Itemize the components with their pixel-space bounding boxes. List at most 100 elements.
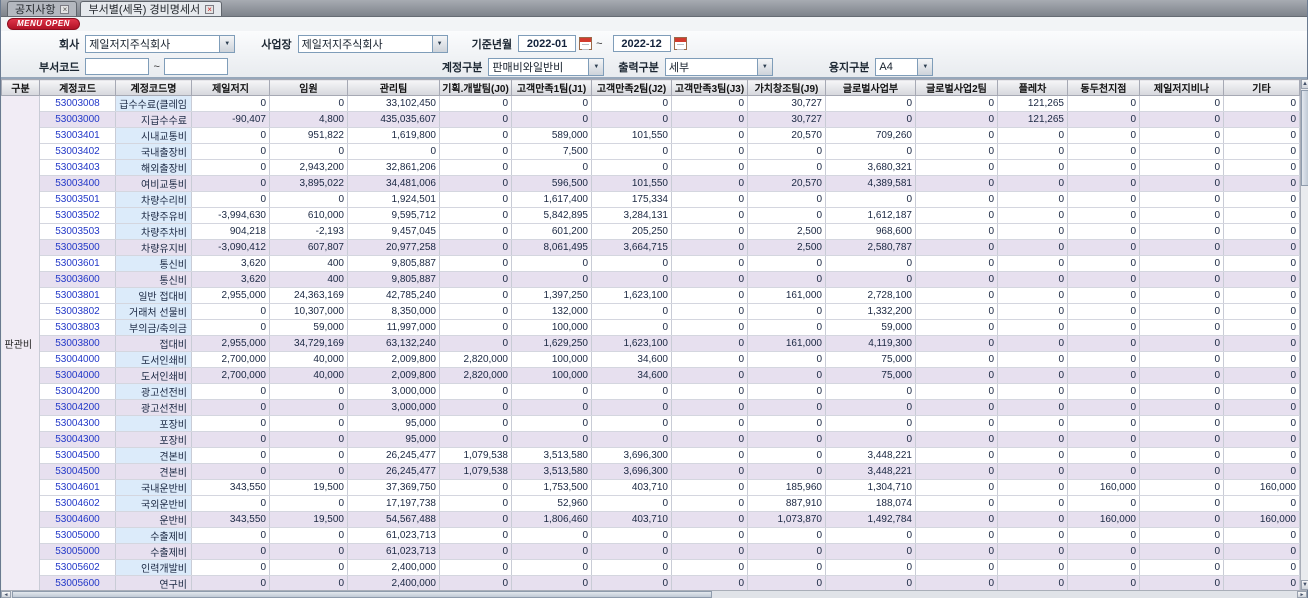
cell-num: 0	[1067, 127, 1140, 144]
period-from-input[interactable]	[518, 35, 577, 52]
cell-num: 0	[439, 287, 512, 304]
column-header[interactable]: 동두천지점	[1067, 79, 1140, 96]
column-header[interactable]: 글로벌사업2팀	[915, 79, 998, 96]
cell-code: 53003402	[39, 143, 116, 160]
column-header[interactable]: 임원	[269, 79, 348, 96]
scroll-up-icon[interactable]: ▲	[1301, 79, 1308, 89]
cell-num: 0	[591, 111, 672, 128]
account-type-select[interactable]: 판매비와일반비 ▼	[488, 57, 605, 76]
table-row[interactable]: 53004000 도서인쇄비 2,700,000 40,000 2,009,800 2,8…	[2, 351, 1300, 368]
column-header[interactable]: 계정코드명	[115, 79, 192, 96]
workplace-select[interactable]: 제일저지주식회사 ▼	[297, 34, 448, 53]
cell-num: 0	[439, 127, 512, 144]
cell-num: 0	[1223, 207, 1300, 224]
cell-num: 0	[997, 351, 1068, 368]
cell-num: 0	[269, 543, 348, 560]
column-header[interactable]: 제일저지비나	[1139, 79, 1224, 96]
calendar-icon[interactable]	[579, 37, 593, 50]
tab-notice[interactable]: 공지사항 ×	[7, 1, 78, 16]
cell-num: 0	[1067, 447, 1140, 464]
scrollbar-thumb[interactable]	[12, 591, 712, 598]
calendar-icon[interactable]	[673, 37, 687, 50]
table-row[interactable]: 53004602 국외운반비 0 0 17,197,738 0 52,960 0 0 887,91…	[2, 495, 1300, 512]
column-header[interactable]: 플레차	[997, 79, 1068, 96]
table-row[interactable]: 53003802 거래처 선물비 0 10,307,000 8,350,000 0 132,…	[2, 303, 1300, 320]
table-row[interactable]: 53003402 국내출장비 0 0 0 0 7,500 0 0 0 0 0 0 0 0 0	[2, 143, 1300, 160]
cell-num: 0	[747, 543, 826, 560]
table-row[interactable]: 53004200 광고선전비 0 0 3,000,000 0 0 0 0 0 0 0 0 0 0 0	[2, 399, 1300, 416]
column-header[interactable]: 고객만족2팀(J2)	[591, 79, 672, 96]
scrollbar-track[interactable]	[713, 591, 1297, 598]
cell-num: 0	[671, 303, 748, 320]
cell-num: 20,977,258	[347, 239, 440, 256]
column-header[interactable]: 관리팀	[347, 79, 440, 96]
vertical-scrollbar[interactable]: ▲ ▼	[1300, 79, 1308, 590]
column-header[interactable]: 제일저지	[191, 79, 270, 96]
close-icon[interactable]: ×	[60, 4, 70, 14]
cell-num: 2,400,000	[347, 559, 440, 576]
cell-num: 0	[439, 191, 512, 208]
table-row[interactable]: 53003500 차량유지비 -3,090,412 607,807 20,977,258…	[2, 239, 1300, 256]
table-row[interactable]: 53003601 통신비 3,620 400 9,805,887 0 0 0 0 0 0 0 0 0 0 0	[2, 255, 1300, 272]
table-row[interactable]: 53004300 포장비 0 0 95,000 0 0 0 0 0 0 0 0 0 0 0	[2, 431, 1300, 448]
table-row[interactable]: 53004300 포장비 0 0 95,000 0 0 0 0 0 0 0 0 0 0 0	[2, 415, 1300, 432]
chevron-down-icon: ▼	[756, 58, 772, 75]
paper-type-select[interactable]: A4 ▼	[875, 57, 934, 76]
column-header[interactable]: 구분	[1, 79, 40, 96]
table-row[interactable]: 53004500 견본비 0 0 26,245,477 1,079,538 3,513,58…	[2, 447, 1300, 464]
cell-num: 0	[915, 319, 998, 336]
scroll-left-icon[interactable]: ◄	[1, 591, 11, 598]
column-header[interactable]: 기타	[1223, 79, 1300, 96]
cell-code: 53004500	[39, 463, 116, 480]
column-header[interactable]: 가치창조팀(J9)	[747, 79, 826, 96]
company-select[interactable]: 제일저지주식회사 ▼	[85, 34, 236, 53]
output-type-select[interactable]: 세부 ▼	[664, 57, 773, 76]
table-row[interactable]: 53003803 부의금/축의금 0 59,000 11,997,000 0 100,000…	[2, 319, 1300, 336]
cell-num: 4,119,300	[825, 335, 916, 352]
cell-num: 0	[825, 527, 916, 544]
scroll-right-icon[interactable]: ►	[1297, 591, 1307, 598]
table-row[interactable]: 53003403 해외출장비 0 2,943,200 32,861,206 0 0 0 0 0 3,…	[2, 159, 1300, 176]
table-row[interactable]: 53004601 국내운반비 343,550 19,500 37,369,750 0 1,7…	[2, 479, 1300, 496]
table-row[interactable]: 53003800 접대비 2,955,000 34,729,169 63,132,240…	[2, 335, 1300, 352]
dept-code-from-input[interactable]	[85, 58, 150, 75]
cell-num: 0	[747, 447, 826, 464]
horizontal-scrollbar[interactable]: ◄ ►	[1, 590, 1307, 598]
column-header[interactable]: 고객만족1팀(J1)	[511, 79, 592, 96]
table-row[interactable]: 53003600 통신비 3,620 400 9,805,887 0 0 0 0 0 0 0 0 0 0 0	[2, 271, 1300, 288]
scrollbar-track[interactable]	[1301, 187, 1308, 580]
cell-num: 0	[591, 527, 672, 544]
column-header[interactable]: 기획.개발팀(J0)	[439, 79, 512, 96]
table-row[interactable]: 53004600 운반비 343,550 19,500 54,567,488 0 1,806…	[2, 511, 1300, 528]
table-row[interactable]: 53003502 차량주유비 -3,994,630 610,000 9,595,712 0…	[2, 207, 1300, 224]
table-row[interactable]: 53005602 인력개발비 0 0 2,400,000 0 0 0 0 0 0 0 0 0 0 0	[2, 559, 1300, 576]
table-row[interactable]: 53005000 수출제비 0 0 61,023,713 0 0 0 0 0 0 0 0 0 0 0	[2, 527, 1300, 544]
table-row[interactable]: 53003400 여비교통비 0 3,895,022 34,481,006 0 596,50…	[2, 175, 1300, 192]
table-row[interactable]: 53003801 일반 접대비 2,955,000 24,363,169 42,785,…	[2, 287, 1300, 304]
table-row[interactable]: 53003501 차량수리비 0 0 1,924,501 0 1,617,400 175,33…	[2, 191, 1300, 208]
column-header[interactable]: 글로벌사업부	[825, 79, 916, 96]
table-row[interactable]: 53005000 수출제비 0 0 61,023,713 0 0 0 0 0 0 0 0 0 0 0	[2, 543, 1300, 560]
cell-code: 53003800	[39, 335, 116, 352]
table-row[interactable]: 53003503 차량주차비 904,218 -2,193 9,457,045 0 601,…	[2, 223, 1300, 240]
table-row[interactable]: 53003000 지급수수료 -90,407 4,800 435,035,607 0 0 0 0…	[2, 111, 1300, 128]
column-header[interactable]: 계정코드	[39, 79, 116, 96]
cell-num: 0	[191, 399, 270, 416]
scrollbar-thumb[interactable]	[1301, 90, 1308, 186]
table-row[interactable]: 53004200 광고선전비 0 0 3,000,000 0 0 0 0 0 0 0 0 0 0 0	[2, 383, 1300, 400]
column-header[interactable]: 고객만족3팀(J3)	[671, 79, 748, 96]
cell-code: 53003008	[39, 95, 116, 112]
table-row[interactable]: 53004500 견본비 0 0 26,245,477 1,079,538 3,513,58…	[2, 463, 1300, 480]
cell-num: 40,000	[269, 351, 348, 368]
menu-open-button[interactable]: MENU OPEN	[7, 18, 80, 30]
dept-code-to-input[interactable]	[163, 58, 228, 75]
cell-num: 0	[1139, 255, 1224, 272]
scroll-down-icon[interactable]: ▼	[1301, 580, 1308, 590]
cell-num: 0	[915, 463, 998, 480]
table-row[interactable]: 53003401 시내교통비 0 951,822 1,619,800 0 589,000 10…	[2, 127, 1300, 144]
table-row[interactable]: 53004000 도서인쇄비 2,700,000 40,000 2,009,800 2,8…	[2, 367, 1300, 384]
table-row[interactable]: 판관비 53003008 급수수료(클레임 0 0 33,102,450 0 0 0 0 30,72…	[1, 95, 1300, 592]
period-to-input[interactable]	[612, 35, 671, 52]
close-icon[interactable]: ×	[205, 4, 215, 14]
tab-expense-report[interactable]: 부서별(세목) 경비명세서 ×	[80, 1, 223, 16]
